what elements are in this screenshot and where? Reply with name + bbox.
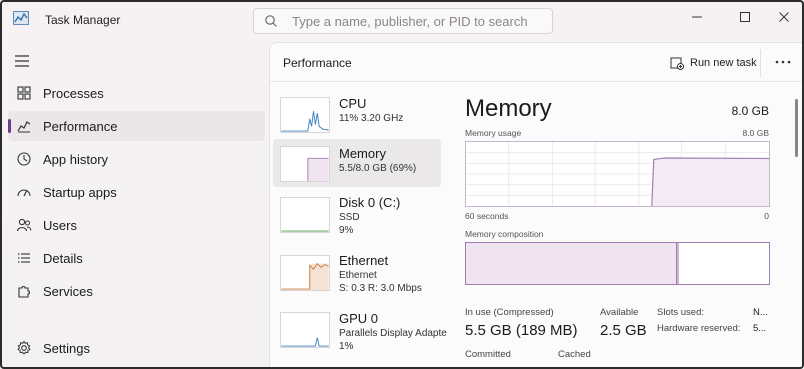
details-list-icon xyxy=(18,253,30,263)
ethernet-thumbnail-graph xyxy=(280,255,330,291)
device-cpu[interactable]: CPU 11% 3.20 GHz xyxy=(273,89,441,137)
run-new-task-label: Run new task xyxy=(690,57,757,69)
time-label: 60 seconds xyxy=(465,211,509,221)
available-value: 2.5 GB xyxy=(600,322,647,339)
run-new-task-button[interactable]: Run new task xyxy=(670,54,757,72)
minimize-button[interactable] xyxy=(679,5,715,29)
sidebar-item-startup-apps[interactable]: Startup apps xyxy=(8,177,265,207)
task-manager-window: Task Manager Type a name, publisher, or … xyxy=(0,0,804,369)
slots-used-value: N... xyxy=(753,307,768,318)
device-gpu[interactable]: GPU 0 Parallels Display Adapte 1% xyxy=(273,307,447,359)
sidebar-item-app-history[interactable]: App history xyxy=(8,144,265,174)
device-ethernet[interactable]: Ethernet Ethernet S: 0.3 R: 3.0 Mbps xyxy=(273,249,441,301)
sidebar-item-processes[interactable]: Processes xyxy=(8,78,265,108)
device-name: CPU xyxy=(339,96,367,111)
hamburger-menu-icon[interactable] xyxy=(14,54,30,68)
device-stat: 1% xyxy=(339,341,354,352)
memory-thumbnail-graph xyxy=(280,146,330,182)
device-name: Memory xyxy=(339,146,386,161)
close-icon xyxy=(779,12,789,22)
composition-in-use xyxy=(466,243,677,284)
close-button[interactable] xyxy=(766,5,802,29)
composition-label: Memory composition xyxy=(465,229,544,239)
active-indicator xyxy=(8,119,11,133)
maximize-icon xyxy=(740,12,750,22)
in-use-value: 5.5 GB (189 MB) xyxy=(465,322,578,339)
cpu-thumbnail-graph xyxy=(280,97,330,133)
device-stat: S: 0.3 R: 3.0 Mbps xyxy=(339,283,422,294)
device-stat: 11% 3.20 GHz xyxy=(339,113,404,124)
sidebar-item-services[interactable]: Services xyxy=(8,276,265,306)
sidebar-item-label: Settings xyxy=(43,341,90,356)
performance-chart-icon xyxy=(17,121,31,133)
sidebar-item-label: App history xyxy=(43,152,109,167)
sidebar-item-label: Details xyxy=(43,251,83,266)
detail-total: 8.0 GB xyxy=(731,104,769,118)
memory-usage-graph xyxy=(465,141,770,207)
device-memory[interactable]: Memory 5.5/8.0 GB (69%) xyxy=(273,139,441,187)
sidebar-item-label: Performance xyxy=(43,119,118,134)
sidebar-item-settings[interactable]: Settings xyxy=(8,333,265,363)
device-stat: Ethernet xyxy=(339,270,377,281)
detail-title: Memory xyxy=(465,95,552,122)
hardware-reserved-label: Hardware reserved: xyxy=(657,323,741,334)
device-name: Ethernet xyxy=(339,253,389,268)
memory-composition-bar xyxy=(465,242,770,285)
sidebar-item-users[interactable]: Users xyxy=(8,210,265,240)
maximize-button[interactable] xyxy=(727,5,763,29)
services-puzzle-icon xyxy=(18,286,30,298)
gpu-thumbnail-graph xyxy=(280,312,330,348)
page-title: Performance xyxy=(283,56,352,70)
app-title: Task Manager xyxy=(45,13,121,27)
search-box[interactable]: Type a name, publisher, or PID to search xyxy=(253,8,553,34)
header-divider xyxy=(760,49,761,77)
usage-max-label: 8.0 GB xyxy=(742,128,769,138)
available-label: Available xyxy=(600,307,639,318)
performance-panel: Performance Run new task CPU 11% 3.20 GH… xyxy=(269,42,802,367)
committed-label: Committed xyxy=(465,349,511,360)
hardware-reserved-value: 5... xyxy=(753,323,767,334)
disk-thumbnail-graph xyxy=(280,197,330,233)
panel-header: Performance Run new task xyxy=(270,43,802,82)
usage-label: Memory usage xyxy=(465,128,522,138)
settings-gear-icon xyxy=(17,340,31,355)
device-stat: 5.5/8.0 GB (69%) xyxy=(339,163,417,174)
search-icon xyxy=(265,15,277,27)
device-stat: Parallels Display Adapte xyxy=(339,328,447,339)
sidebar-item-label: Services xyxy=(43,284,93,299)
sidebar-item-details[interactable]: Details xyxy=(8,243,265,273)
in-use-label: In use (Compressed) xyxy=(465,307,554,318)
history-clock-icon xyxy=(17,152,31,166)
sidebar-item-label: Startup apps xyxy=(43,185,117,200)
device-name: GPU 0 xyxy=(339,311,379,326)
minimize-icon xyxy=(692,16,702,18)
sidebar-item-performance[interactable]: Performance xyxy=(8,111,265,141)
device-stat: SSD xyxy=(339,212,360,223)
time-min-label: 0 xyxy=(764,211,769,221)
device-stat: 9% xyxy=(339,225,354,236)
scrollbar-thumb[interactable] xyxy=(795,99,798,157)
startup-gauge-icon xyxy=(17,189,31,197)
device-disk[interactable]: Disk 0 (C:) SSD 9% xyxy=(273,191,441,243)
task-manager-app-icon xyxy=(13,11,29,25)
composition-modified xyxy=(677,243,679,284)
sidebar-item-label: Users xyxy=(43,218,77,233)
users-icon xyxy=(16,218,32,232)
run-task-icon xyxy=(670,57,684,70)
slots-used-label: Slots used: xyxy=(657,307,704,318)
sidebar-item-label: Processes xyxy=(43,86,104,101)
device-name: Disk 0 (C:) xyxy=(339,195,401,210)
cached-label: Cached xyxy=(558,349,591,360)
processes-grid-icon xyxy=(17,86,31,100)
more-options-icon[interactable] xyxy=(773,56,793,68)
search-input[interactable]: Type a name, publisher, or PID to search xyxy=(292,14,528,29)
